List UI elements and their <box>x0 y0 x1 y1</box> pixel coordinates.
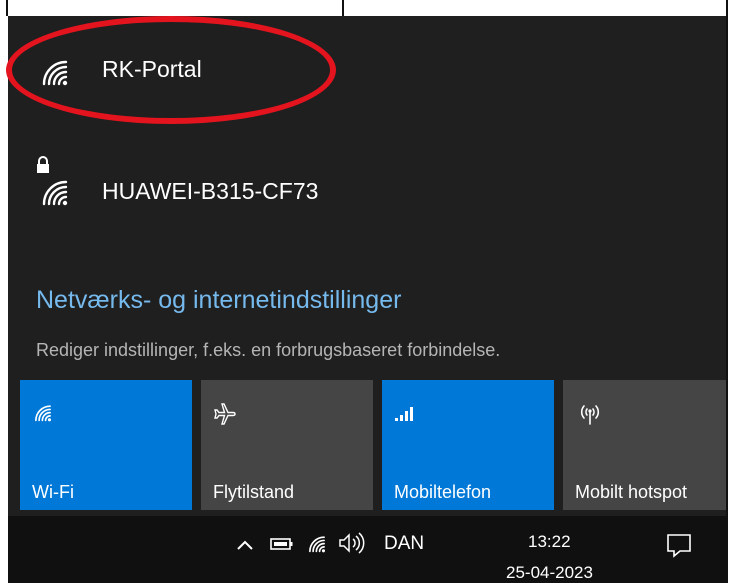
battery-icon[interactable] <box>270 537 294 556</box>
volume-icon[interactable] <box>338 532 368 559</box>
wifi-toggle-tile[interactable]: Wi-Fi <box>20 380 192 510</box>
window-frame-right <box>726 0 737 583</box>
network-settings-link[interactable]: Netværks- og internetindstillinger <box>36 286 401 315</box>
network-wifi-icon[interactable] <box>306 533 328 558</box>
show-hidden-icons-chevron-icon[interactable] <box>236 538 254 556</box>
clock-date[interactable]: 25-04-2023 <box>506 563 593 583</box>
highlight-annotation <box>6 16 336 124</box>
wifi-secured-icon <box>38 176 72 211</box>
wifi-icon <box>32 402 54 427</box>
network-name: HUAWEI-B315-CF73 <box>102 178 319 204</box>
input-language-indicator[interactable]: DAN <box>384 533 424 555</box>
airplane-icon <box>213 402 237 431</box>
notifications-icon[interactable] <box>666 532 692 563</box>
network-settings-description: Rediger indstillinger, f.eks. en forbrug… <box>36 340 501 360</box>
tile-label: Flytilstand <box>213 482 295 502</box>
mobile-hotspot-tile[interactable]: Mobilt hotspot <box>563 380 726 510</box>
tile-label: Wi-Fi <box>32 482 74 502</box>
taskbar: DAN 13:22 25-04-2023 <box>8 516 726 583</box>
network-item-huawei[interactable]: HUAWEI-B315-CF73 <box>8 132 726 224</box>
airplane-mode-tile[interactable]: Flytilstand <box>201 380 373 510</box>
window-frame <box>6 0 344 16</box>
hotspot-icon <box>575 402 605 431</box>
cellular-tile[interactable]: Mobiltelefon <box>382 380 554 510</box>
clock-time[interactable]: 13:22 <box>528 532 571 552</box>
tile-label: Mobiltelefon <box>394 482 492 502</box>
tile-label: Mobilt hotspot <box>575 482 688 502</box>
cellular-signal-icon <box>394 402 418 427</box>
